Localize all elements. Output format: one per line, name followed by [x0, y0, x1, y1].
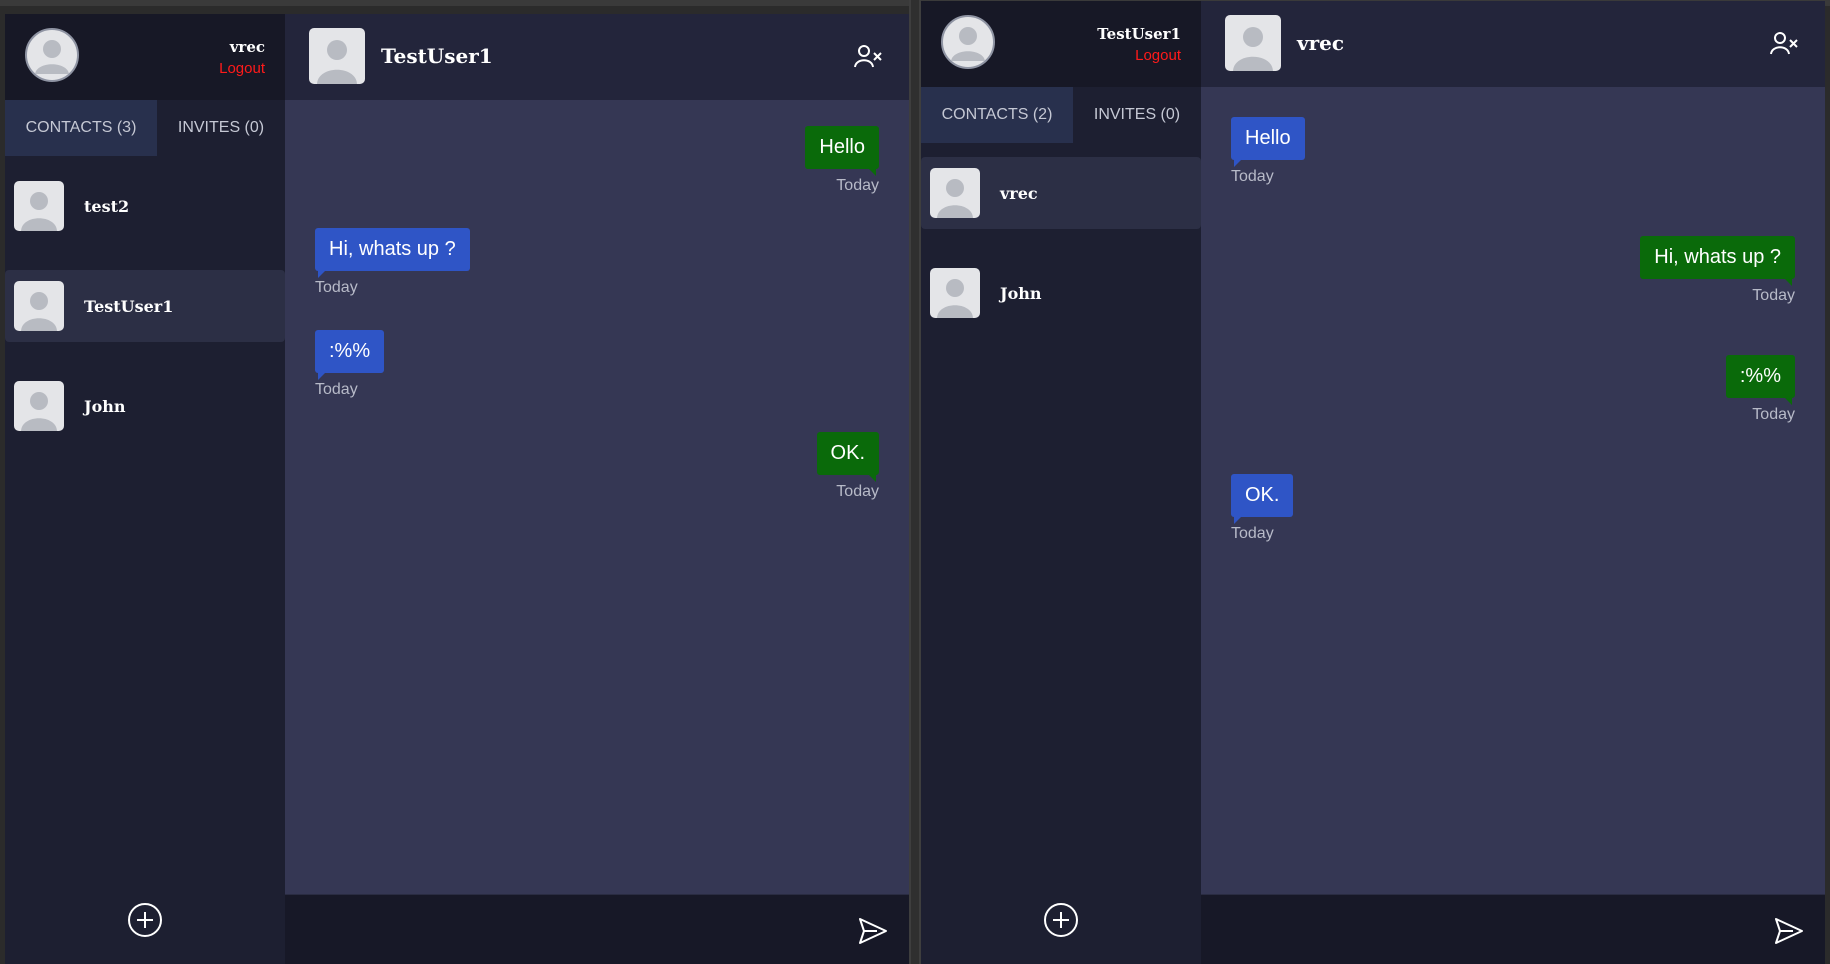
- send-icon: [859, 918, 887, 944]
- sidebar: vrec Logout CONTACTS (3) INVITES (0) tes…: [5, 14, 285, 964]
- chat-header: vrec: [1201, 1, 1825, 87]
- profile-header: vrec Logout: [5, 14, 285, 100]
- message-input[interactable]: [1217, 907, 1737, 953]
- message-bubble[interactable]: OK.: [1231, 474, 1294, 517]
- contact-avatar-icon: [930, 168, 980, 218]
- chat-panel: vrec Hello Today Hi, whats up ? Today :%…: [1201, 1, 1825, 964]
- message-bubble[interactable]: Hi, whats up ?: [315, 228, 470, 271]
- message-outgoing: :%% Today: [1725, 355, 1795, 424]
- message-incoming: Hi, whats up ? Today: [315, 228, 470, 297]
- message-time: Today: [1231, 525, 1274, 542]
- remove-contact-button[interactable]: [1769, 29, 1799, 59]
- message-list: Hello Today Hi, whats up ? Today :%% Tod…: [1201, 87, 1825, 894]
- add-contact-button[interactable]: [127, 902, 163, 938]
- chat-contact-name: TestUser1: [381, 44, 493, 68]
- contact-name: TestUser1: [84, 296, 174, 316]
- message-outgoing: OK. Today: [816, 432, 879, 501]
- user-avatar-icon: [25, 28, 79, 82]
- add-contact-button[interactable]: [1043, 902, 1079, 938]
- remove-contact-button[interactable]: [853, 42, 883, 72]
- message-time: Today: [1231, 168, 1274, 185]
- contact-list: test2 TestUser1 John: [5, 156, 285, 442]
- message-time: Today: [1752, 406, 1795, 423]
- contact-name: vrec: [1000, 183, 1038, 203]
- contact-avatar-icon: [930, 268, 980, 318]
- contact-avatar-icon: [14, 181, 64, 231]
- chat-app-window-right: TestUser1 Logout CONTACTS (2) INVITES (0…: [921, 1, 1825, 964]
- logout-link[interactable]: Logout: [219, 60, 265, 77]
- message-input[interactable]: [301, 907, 821, 953]
- message-incoming: Hello Today: [1231, 117, 1305, 186]
- contact-item-testuser1[interactable]: TestUser1: [5, 270, 285, 342]
- contact-list: vrec John: [921, 143, 1201, 329]
- message-composer: [285, 894, 909, 964]
- message-bubble[interactable]: :%%: [315, 330, 385, 373]
- contact-item-john[interactable]: John: [5, 370, 285, 442]
- chat-header: TestUser1: [285, 14, 909, 100]
- tab-invites[interactable]: INVITES (0): [157, 100, 285, 156]
- contact-avatar-icon: [14, 381, 64, 431]
- message-outgoing: Hi, whats up ? Today: [1640, 236, 1795, 305]
- sidebar-tabs: CONTACTS (3) INVITES (0): [5, 100, 285, 156]
- chat-contact-name: vrec: [1297, 31, 1345, 55]
- tab-invites[interactable]: INVITES (0): [1073, 87, 1201, 143]
- message-time: Today: [315, 381, 358, 398]
- chat-panel: TestUser1 Hello Today Hi, whats up ? Tod…: [285, 14, 909, 964]
- remove-user-icon: [1770, 32, 1798, 55]
- message-outgoing: Hello Today: [805, 126, 879, 195]
- contact-avatar-icon: [14, 281, 64, 331]
- contact-item-test2[interactable]: test2: [5, 170, 285, 242]
- message-list: Hello Today Hi, whats up ? Today :%% Tod…: [285, 100, 909, 894]
- profile-username: vrec: [229, 38, 265, 56]
- message-bubble[interactable]: Hello: [805, 126, 879, 169]
- remove-user-icon: [854, 45, 882, 68]
- send-button[interactable]: [1773, 915, 1805, 947]
- tab-contacts[interactable]: CONTACTS (3): [5, 100, 157, 156]
- message-bubble[interactable]: OK.: [816, 432, 879, 475]
- add-circle-icon: [1044, 903, 1078, 937]
- message-time: Today: [836, 177, 879, 194]
- window-divider[interactable]: [909, 0, 921, 964]
- chat-contact-avatar-icon: [1225, 15, 1281, 71]
- profile-header: TestUser1 Logout: [921, 1, 1201, 87]
- message-bubble[interactable]: Hi, whats up ?: [1640, 236, 1795, 279]
- contact-name: John: [84, 396, 126, 416]
- contact-item-vrec[interactable]: vrec: [921, 157, 1201, 229]
- sidebar: TestUser1 Logout CONTACTS (2) INVITES (0…: [921, 1, 1201, 964]
- send-icon: [1775, 918, 1803, 944]
- contact-item-john[interactable]: John: [921, 257, 1201, 329]
- contact-name: test2: [84, 196, 130, 216]
- message-time: Today: [836, 483, 879, 500]
- chat-contact-avatar-icon: [309, 28, 365, 84]
- contact-name: John: [1000, 283, 1042, 303]
- message-bubble[interactable]: Hello: [1231, 117, 1305, 160]
- add-circle-icon: [128, 903, 162, 937]
- user-avatar-icon: [941, 15, 995, 69]
- message-incoming: OK. Today: [1231, 474, 1294, 543]
- message-bubble[interactable]: :%%: [1725, 355, 1795, 398]
- tab-contacts[interactable]: CONTACTS (2): [921, 87, 1073, 143]
- logout-link[interactable]: Logout: [1135, 47, 1181, 64]
- sidebar-tabs: CONTACTS (2) INVITES (0): [921, 87, 1201, 143]
- message-time: Today: [1752, 287, 1795, 304]
- profile-username: TestUser1: [1097, 25, 1181, 43]
- message-time: Today: [315, 279, 358, 296]
- message-incoming: :%% Today: [315, 330, 385, 399]
- chat-app-window-left: vrec Logout CONTACTS (3) INVITES (0) tes…: [5, 14, 909, 964]
- send-button[interactable]: [857, 915, 889, 947]
- message-composer: [1201, 894, 1825, 964]
